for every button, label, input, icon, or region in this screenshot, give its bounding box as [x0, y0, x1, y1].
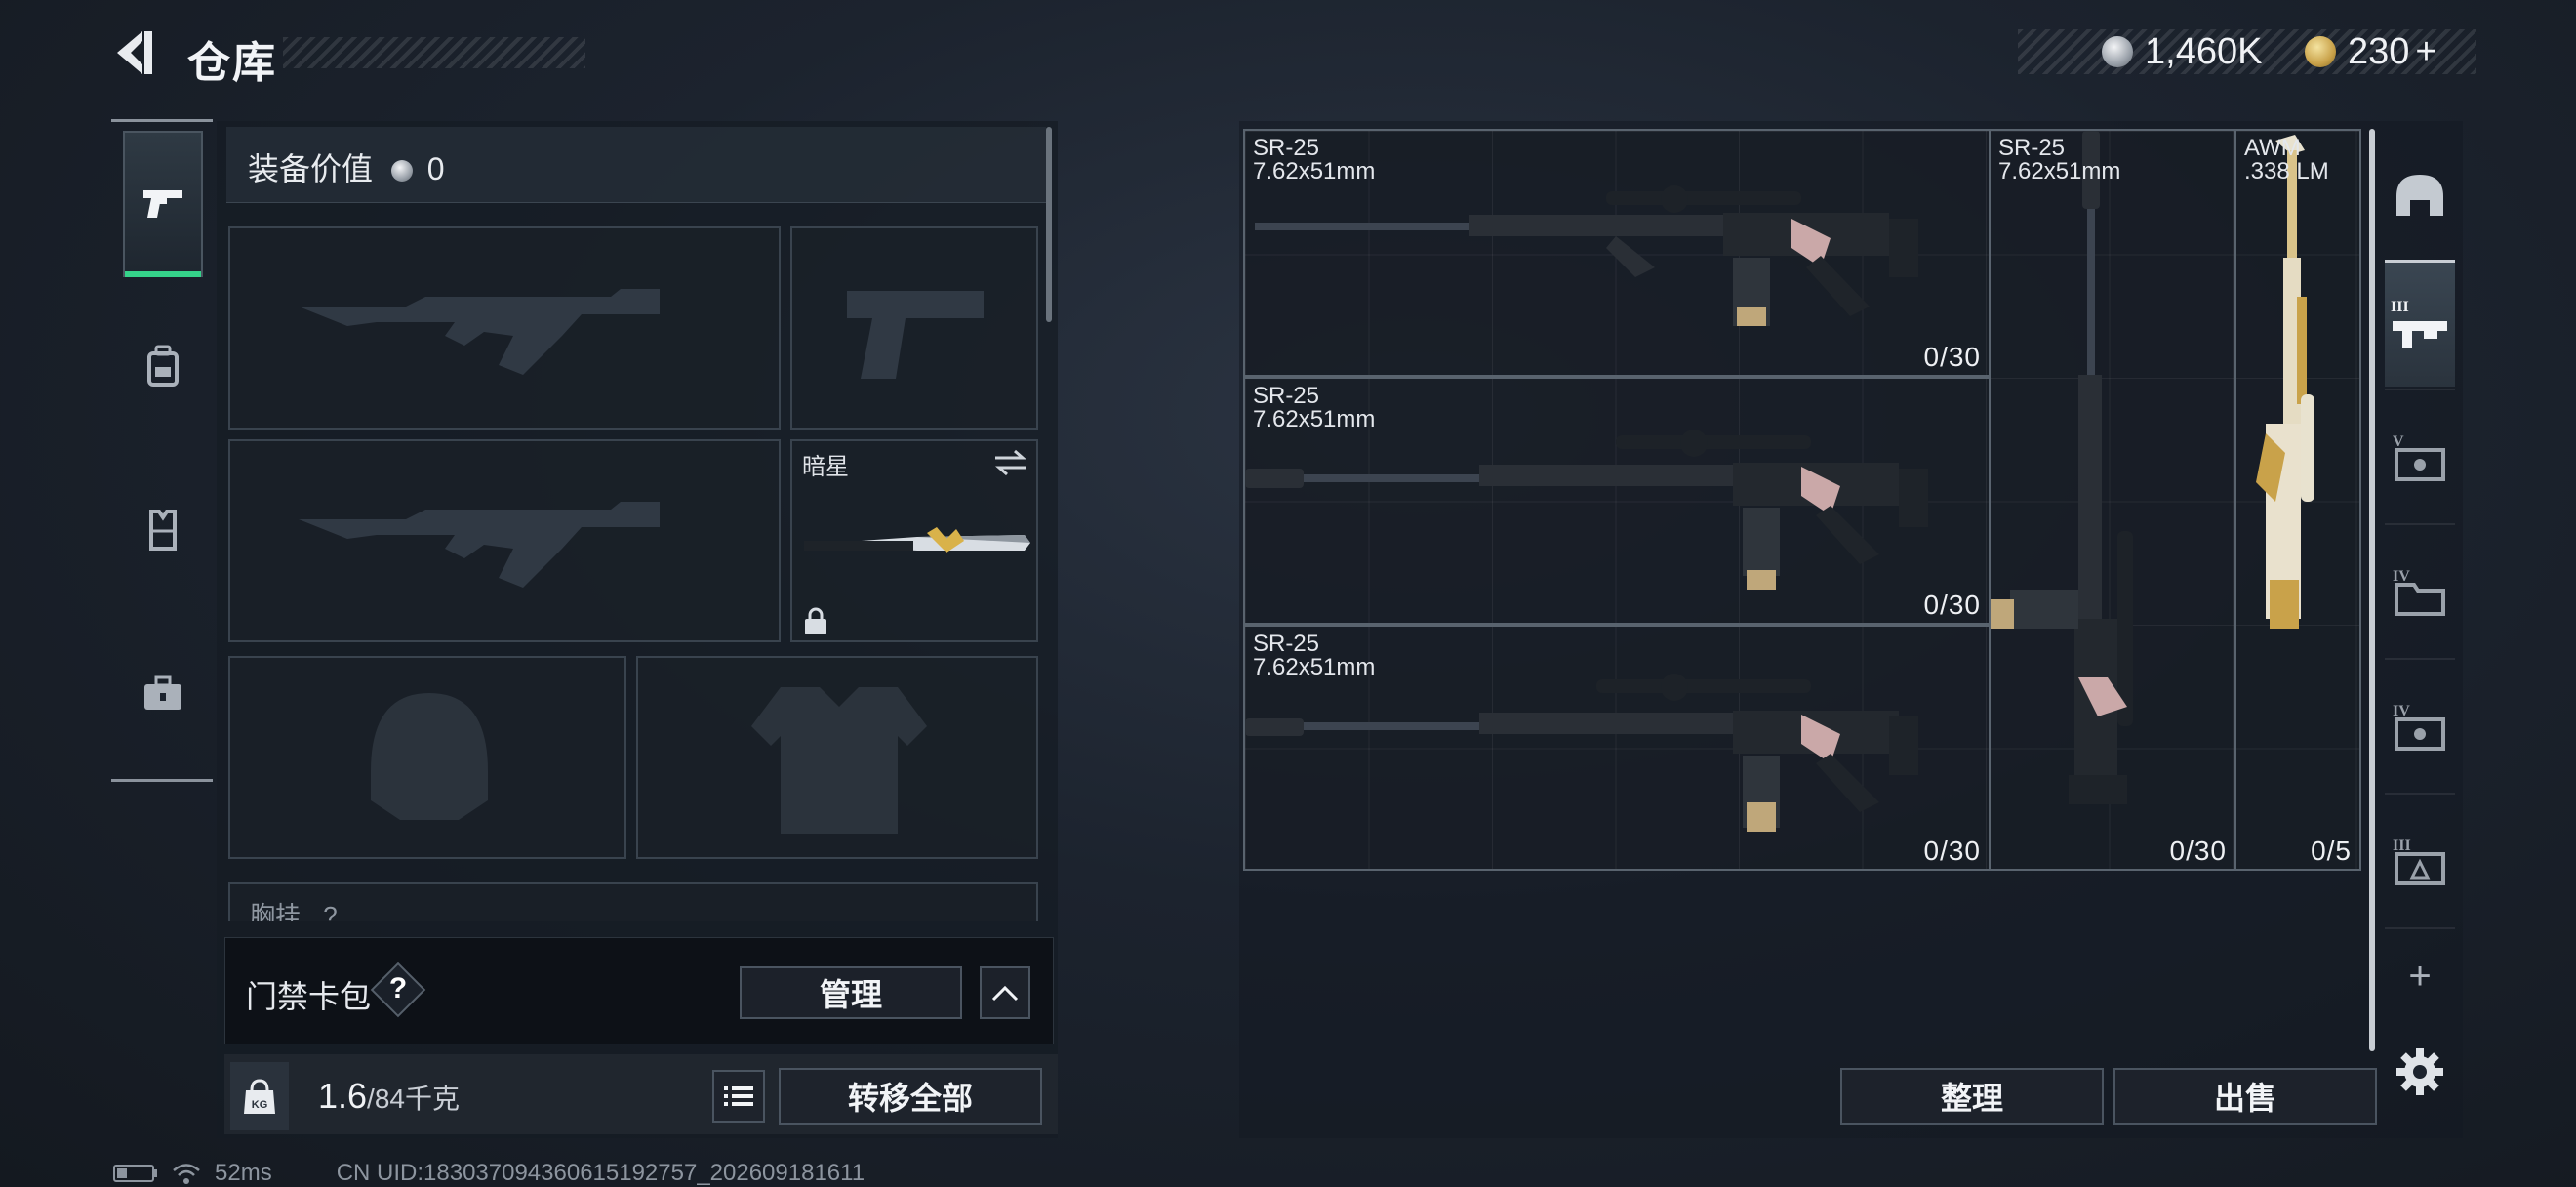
chest-rig-slot[interactable]: 胸挂 ?	[228, 882, 1038, 921]
rail-divider-top	[111, 119, 213, 122]
kettlebell-icon: KG	[244, 1079, 275, 1114]
helmet-slot[interactable]	[228, 656, 626, 859]
keycard-label: 门禁卡包	[246, 979, 372, 1014]
gear-icon	[2396, 1048, 2443, 1095]
tier-iii-box-icon: III	[2393, 838, 2445, 885]
secondary-weapon-slot[interactable]	[228, 439, 781, 642]
helmet-silhouette-icon	[371, 693, 488, 820]
primary-weapon-slot[interactable]	[228, 226, 781, 430]
tab-tier-3-weapons[interactable]: III	[2385, 260, 2455, 387]
swap-icon[interactable]	[993, 449, 1028, 476]
back-button[interactable]	[109, 25, 164, 80]
add-storage-button[interactable]: +	[2400, 957, 2439, 996]
storage-item-sr25-2[interactable]: SR-25 7.62x51mm 0/30	[1243, 377, 1991, 625]
gold-currency[interactable]: 230 +	[2305, 29, 2437, 74]
tab-tier-4-storage[interactable]: IV	[2385, 529, 2455, 656]
storage-item-sr25-vertical[interactable]: SR-25 7.62x51mm 0/30	[1989, 129, 2236, 871]
silver-currency: 1,460K	[2102, 29, 2262, 74]
rifle-silhouette-icon	[299, 289, 660, 375]
storage-item-sr25-1[interactable]: SR-25 7.62x51mm 0/30	[1243, 129, 1991, 377]
armor-slot[interactable]	[636, 656, 1038, 859]
expand-button[interactable]	[980, 966, 1030, 1019]
settings-button[interactable]	[2395, 1046, 2445, 1097]
manage-button[interactable]: 管理	[740, 966, 962, 1019]
sort-button[interactable]: 整理	[1840, 1068, 2104, 1125]
tier-iii-rifle-icon: III	[2391, 299, 2447, 348]
tab-tier-3-box[interactable]: III	[2385, 798, 2455, 925]
backpack-icon	[147, 345, 179, 387]
wifi-icon	[173, 1164, 200, 1184]
tab-tier-4-box[interactable]: IV	[2385, 664, 2455, 791]
toolbox-icon	[144, 675, 181, 710]
svg-text:IV: IV	[2393, 703, 2410, 719]
gold-coin-icon	[2305, 36, 2336, 67]
armor-silhouette-icon	[751, 687, 927, 834]
back-arrow-icon	[117, 31, 152, 74]
tab-helmet-storage[interactable]	[2385, 133, 2455, 260]
tab-tier-5-storage[interactable]: V	[2385, 394, 2455, 521]
tab-weapons[interactable]	[123, 131, 203, 277]
lock-icon	[805, 607, 826, 634]
title-decoration	[283, 37, 585, 68]
rifle-silhouette-icon	[299, 502, 660, 588]
svg-text:III: III	[2391, 299, 2409, 315]
svg-text:III: III	[2393, 838, 2411, 854]
knife-icon	[804, 527, 1030, 553]
loadout-scrollbar[interactable]	[1046, 127, 1052, 322]
pistol-slot[interactable]	[790, 226, 1038, 430]
silver-coin-icon	[2102, 36, 2133, 67]
tier-v-box-icon: V	[2393, 433, 2445, 481]
tab-vest[interactable]	[123, 457, 203, 603]
tier-iv-folder-icon: IV	[2393, 568, 2445, 616]
storage-item-awm[interactable]: AWM .338 LM 0/5	[2234, 129, 2361, 871]
svg-text:KG: KG	[252, 1099, 268, 1111]
tab-toolbox[interactable]	[123, 621, 203, 767]
status-bar: 52ms CN UID:183037094360615192757_202609…	[113, 1160, 865, 1187]
helmet-icon	[2396, 175, 2443, 216]
rail-divider-bottom	[111, 779, 213, 782]
ping-readout: 52ms	[215, 1160, 272, 1186]
transfer-all-button[interactable]: 转移全部	[779, 1068, 1042, 1125]
add-currency-button[interactable]: +	[2415, 31, 2436, 73]
melee-name: 暗星	[802, 454, 849, 480]
help-icon: ?	[388, 972, 408, 1004]
tier-iv-box-icon: IV	[2393, 703, 2445, 751]
equipment-value: 装备价值 0	[248, 151, 445, 186]
melee-slot[interactable]: 暗星	[790, 439, 1038, 642]
sniper-rifle-vertical-icon	[1991, 131, 2133, 804]
list-icon	[724, 1086, 753, 1106]
weight-readout: 1.6/84千克	[318, 1076, 460, 1116]
vest-icon	[149, 510, 177, 551]
svg-text:IV: IV	[2393, 568, 2410, 585]
svg-text:V: V	[2393, 433, 2404, 450]
chevron-up-icon	[991, 985, 1019, 1002]
silver-coin-icon	[390, 160, 413, 182]
battery-icon	[113, 1165, 157, 1182]
tab-backpack[interactable]	[123, 293, 203, 439]
user-uid: CN UID:183037094360615192757_20260918161…	[336, 1160, 865, 1186]
pistol-silhouette-icon	[847, 291, 984, 379]
list-view-button[interactable]	[712, 1070, 765, 1123]
page-title: 仓库	[187, 39, 277, 87]
pistol-icon	[143, 190, 182, 218]
awm-rifle-icon	[2256, 135, 2314, 629]
sell-button[interactable]: 出售	[2113, 1068, 2377, 1125]
weight-icon: KG	[230, 1062, 289, 1130]
storage-scrollbar[interactable]	[2369, 129, 2375, 1051]
storage-item-sr25-3[interactable]: SR-25 7.62x51mm 0/30	[1243, 625, 1991, 871]
